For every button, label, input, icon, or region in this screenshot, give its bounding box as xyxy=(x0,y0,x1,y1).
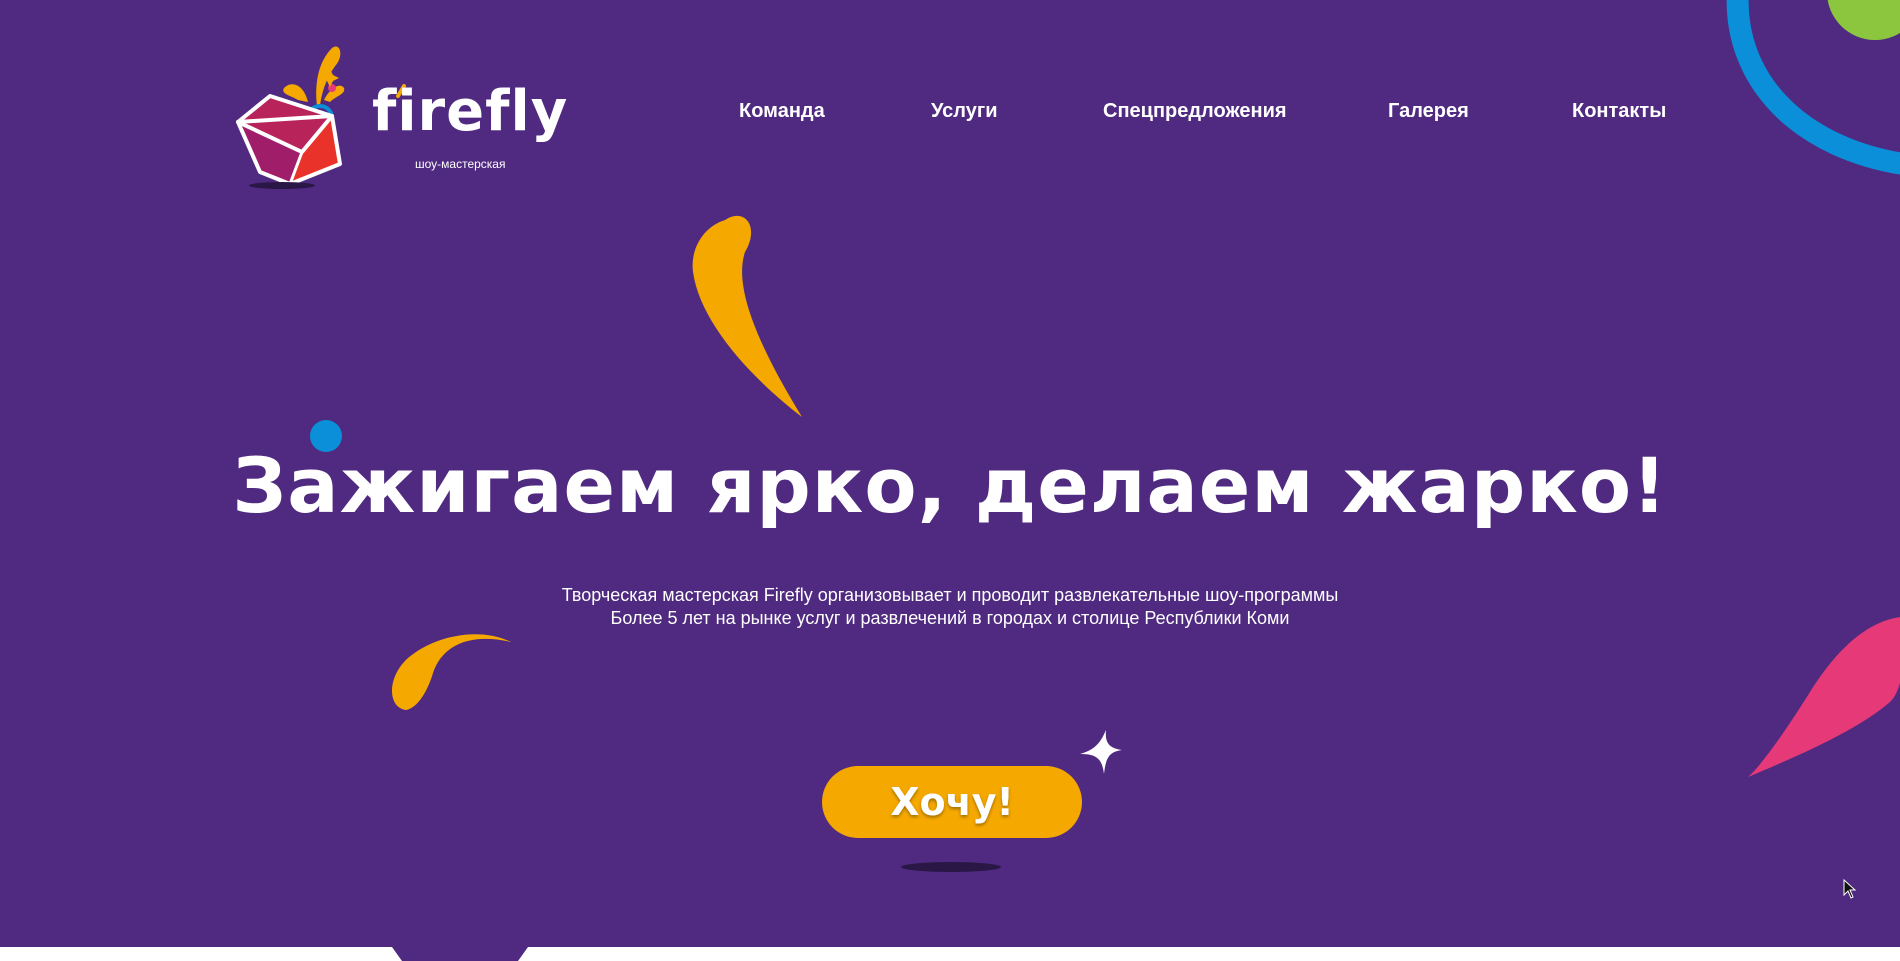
hero-description-line-1: Творческая мастерская Firefly организовы… xyxy=(561,585,1339,605)
hero-headline: Зажигаем ярко, делаем жарко! xyxy=(232,441,1668,530)
pink-drop-decoration xyxy=(1748,617,1900,777)
yellow-comma-decoration xyxy=(692,215,802,417)
section-divider-notch xyxy=(392,947,528,961)
mouse-pointer-icon xyxy=(1843,879,1857,899)
cta-button[interactable]: Хочу! xyxy=(822,766,1082,838)
nav-item-services[interactable]: Услуги xyxy=(931,100,998,123)
yellow-crescent-decoration xyxy=(392,634,511,710)
hero-section: firefly шоу-мастерская Команда Услуги Сп… xyxy=(0,0,1900,947)
nav-item-contacts[interactable]: Контакты xyxy=(1572,100,1666,123)
nav-item-team[interactable]: Команда xyxy=(739,100,825,123)
next-section-edge xyxy=(0,947,1900,961)
brand-tagline: шоу-мастерская xyxy=(415,157,506,171)
nav-item-special-offers[interactable]: Спецпредложения xyxy=(1103,100,1287,123)
cta-button-shadow xyxy=(901,862,1001,872)
nav-item-gallery[interactable]: Галерея xyxy=(1388,100,1469,123)
logo-shadow xyxy=(249,182,315,189)
green-circle-decoration xyxy=(1827,0,1900,40)
sparkle-star-decoration xyxy=(1080,730,1122,774)
hero-description-line-2: Более 5 лет на рынке услуг и развлечений… xyxy=(610,608,1290,628)
hero-description: Творческая мастерская Firefly организовы… xyxy=(0,584,1900,630)
main-navigation: Команда Услуги Спецпредложения Галерея К… xyxy=(0,100,1900,130)
